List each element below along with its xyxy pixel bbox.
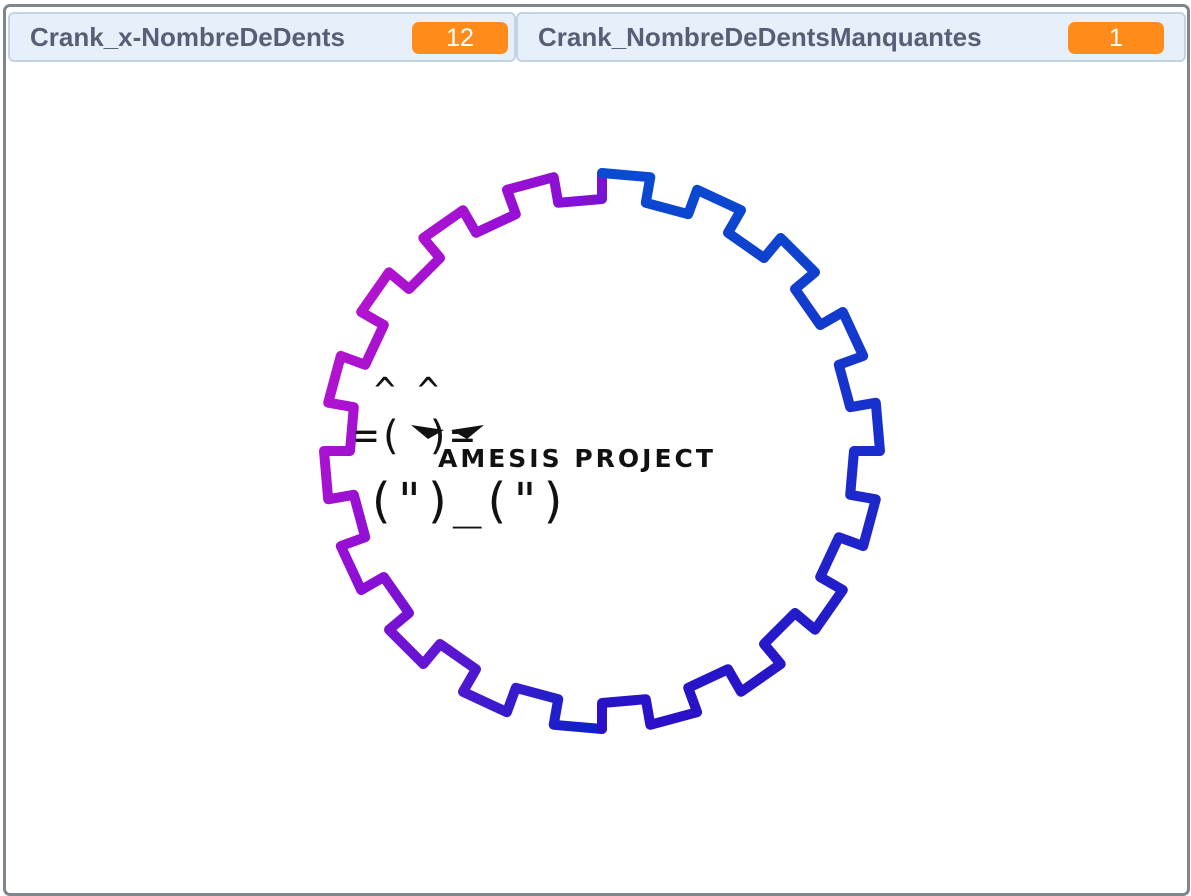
amesis-logo: ^ ^ =( )= (")_(") AMESIS PROJECT bbox=[354, 371, 716, 529]
logo-paws: (")_(") bbox=[366, 473, 568, 529]
logo-brand: AMESIS PROJECT bbox=[438, 444, 716, 473]
stage-canvas: ^ ^ =( )= (")_(") AMESIS PROJECT bbox=[319, 168, 885, 734]
stage: Crank_x-NombreDeDents 12 Crank_NombreDeD… bbox=[3, 4, 1190, 896]
logo-ears: ^ ^ bbox=[374, 371, 439, 412]
